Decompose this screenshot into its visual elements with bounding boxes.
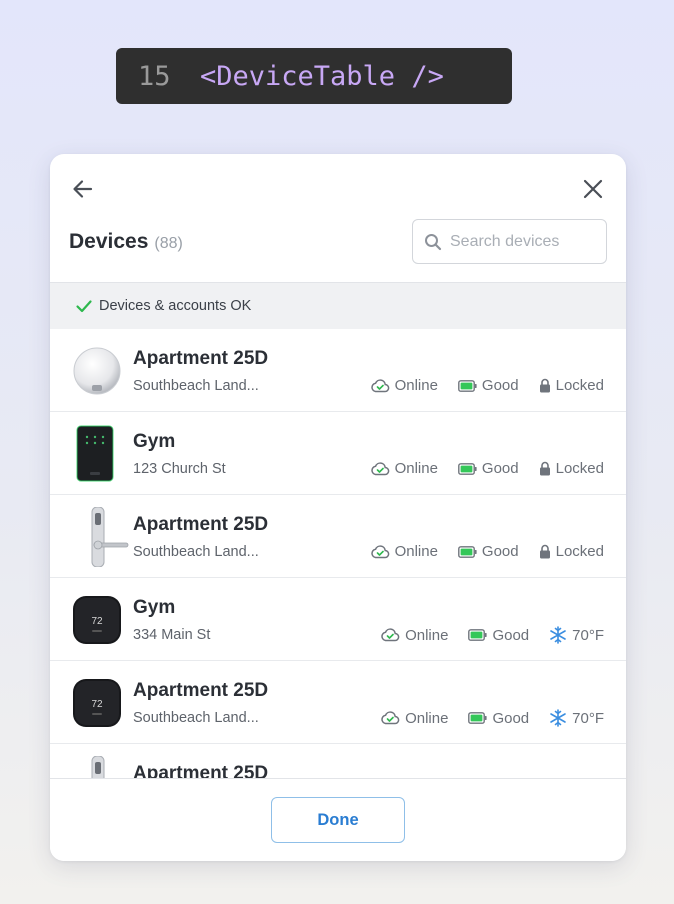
devices-modal: Devices (88) Devices & accounts OK Apart… xyxy=(50,154,626,861)
battery-icon xyxy=(458,379,477,392)
modal-footer: Done xyxy=(50,778,626,861)
title-row: Devices (88) xyxy=(69,230,183,254)
device-state-text: 70°F xyxy=(572,626,604,644)
battery-status-text: Good xyxy=(492,709,530,727)
thermostat-display: 72 xyxy=(91,699,103,710)
device-row[interactable]: Apartment 25D Southbeach Land... Online Goo… xyxy=(50,329,626,412)
device-state: 70°F xyxy=(549,626,604,644)
done-button[interactable]: Done xyxy=(271,797,405,843)
device-name: Apartment 25D xyxy=(133,514,269,535)
connection-status: Online xyxy=(380,710,448,727)
device-attributes: Online Good Locked xyxy=(350,460,604,477)
device-row[interactable]: Gym 123 Church St Online Good Locked xyxy=(50,412,626,495)
lock-icon xyxy=(539,461,550,476)
search-input[interactable] xyxy=(450,232,600,251)
battery-icon xyxy=(458,462,477,475)
device-address: Southbeach Land... xyxy=(133,710,259,726)
device-address: Southbeach Land... xyxy=(133,544,259,560)
device-address: 334 Main St xyxy=(133,627,211,643)
device-state-text: 70°F xyxy=(572,709,604,727)
device-list[interactable]: Apartment 25D Southbeach Land... Online Goo… xyxy=(50,329,626,778)
device-name: Gym xyxy=(133,597,176,618)
thermostat-image: 72 xyxy=(71,673,125,733)
cloud-check-icon xyxy=(370,378,389,392)
device-state-text: Locked xyxy=(555,543,604,560)
code-badge: 15 <DeviceTable /> xyxy=(116,48,512,104)
device-name: Gym xyxy=(133,431,176,452)
connection-status-text: Online xyxy=(394,543,438,560)
battery-status: Good xyxy=(458,543,519,560)
battery-status: Good xyxy=(458,377,519,394)
device-state: Locked xyxy=(539,377,604,394)
page-title: Devices xyxy=(69,230,149,253)
lock-icon xyxy=(539,544,550,559)
device-row[interactable]: 72 Gym 334 Main St Online Good 70°F xyxy=(50,578,626,661)
device-state-text: Locked xyxy=(555,460,604,477)
device-name: Apartment 25D xyxy=(133,763,269,778)
back-button[interactable] xyxy=(70,176,96,202)
device-attributes: Online Good Locked xyxy=(350,543,604,560)
battery-status-text: Good xyxy=(481,377,519,394)
close-icon xyxy=(583,179,603,199)
cloud-check-icon xyxy=(381,628,400,642)
device-state: Locked xyxy=(539,460,604,477)
connection-status: Online xyxy=(370,377,438,394)
connection-status-text: Online xyxy=(394,460,438,477)
connection-status-text: Online xyxy=(394,377,438,394)
cloud-check-icon xyxy=(370,461,389,475)
snowflake-icon xyxy=(550,709,566,727)
connection-status: Online xyxy=(370,543,438,560)
check-icon xyxy=(76,300,92,313)
cloud-check-icon xyxy=(381,711,400,725)
device-count: (88) xyxy=(154,235,183,252)
arrow-left-icon xyxy=(73,180,93,198)
search-box[interactable] xyxy=(412,219,607,264)
connection-status: Online xyxy=(370,460,438,477)
device-attributes: Online Good 70°F xyxy=(360,709,604,727)
search-icon xyxy=(425,233,442,250)
round-lock-image xyxy=(71,341,125,401)
close-button[interactable] xyxy=(580,176,606,202)
lever-lock-image xyxy=(76,506,130,568)
component-tag: <DeviceTable /> xyxy=(200,60,444,92)
thermostat-image: 72 xyxy=(71,590,125,650)
keypad-image xyxy=(71,424,125,484)
device-name: Apartment 25D xyxy=(133,348,269,369)
device-state: 70°F xyxy=(549,709,604,727)
device-attributes: Online Good Locked xyxy=(350,377,604,394)
battery-status: Good xyxy=(458,460,519,477)
battery-icon xyxy=(468,712,488,724)
battery-icon xyxy=(468,629,488,641)
device-attributes: Online Good 70°F xyxy=(360,626,604,644)
status-text: Devices & accounts OK xyxy=(99,298,252,314)
device-row[interactable]: 72 Apartment 25D Southbeach Land... Online G… xyxy=(50,661,626,744)
status-bar: Devices & accounts OK xyxy=(50,282,626,329)
battery-status: Good xyxy=(468,710,529,727)
connection-status-text: Online xyxy=(405,709,449,727)
connection-status: Online xyxy=(380,627,448,644)
line-number: 15 xyxy=(138,60,171,92)
device-row[interactable]: Apartment 25D xyxy=(50,744,626,778)
lock-icon xyxy=(539,378,550,393)
connection-status-text: Online xyxy=(405,626,449,644)
battery-icon xyxy=(458,545,477,558)
battery-status-text: Good xyxy=(481,460,519,477)
battery-status: Good xyxy=(468,627,529,644)
device-address: 123 Church St xyxy=(133,461,226,477)
device-address: Southbeach Land... xyxy=(133,378,259,394)
cloud-check-icon xyxy=(370,544,389,558)
device-row[interactable]: Apartment 25D Southbeach Land... Online Goo… xyxy=(50,495,626,578)
battery-status-text: Good xyxy=(481,543,519,560)
device-state: Locked xyxy=(539,543,604,560)
battery-status-text: Good xyxy=(492,626,530,644)
snowflake-icon xyxy=(550,626,566,644)
thermostat-display: 72 xyxy=(91,616,103,627)
lever-lock-image xyxy=(76,755,130,778)
device-name: Apartment 25D xyxy=(133,680,269,701)
device-state-text: Locked xyxy=(555,377,604,394)
